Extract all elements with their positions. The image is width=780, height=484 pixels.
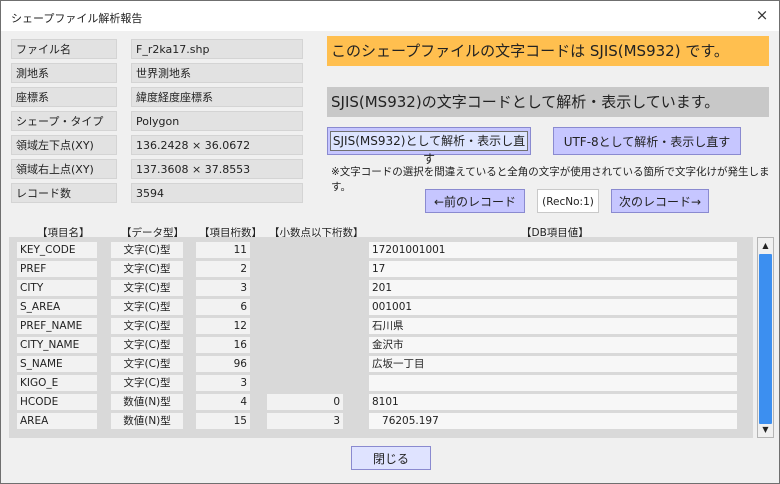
- cell-len: 6: [196, 299, 250, 315]
- property-label: ファイル名: [11, 39, 117, 59]
- property-label: シェープ・タイプ: [11, 111, 117, 131]
- property-value: 世界測地系: [131, 63, 303, 83]
- cell-len: 3: [196, 375, 250, 391]
- property-label: 測地系: [11, 63, 117, 83]
- property-label: レコード数: [11, 183, 117, 203]
- cell-value[interactable]: 金沢市: [369, 337, 737, 353]
- cell-name: PREF_NAME: [17, 318, 97, 334]
- cell-len: 15: [196, 413, 250, 429]
- record-number: (RecNo:1): [537, 189, 599, 213]
- prev-record-button[interactable]: ←前のレコード: [425, 189, 525, 213]
- cell-type: 文字(C)型: [111, 337, 183, 353]
- cell-name: CITY_NAME: [17, 337, 97, 353]
- property-label: 領域右上点(XY): [11, 159, 117, 179]
- close-icon[interactable]: ×: [753, 6, 771, 24]
- cell-value[interactable]: [369, 375, 737, 391]
- scroll-thumb[interactable]: [759, 254, 772, 424]
- cell-value[interactable]: 76205.197: [369, 413, 737, 429]
- cell-dec: 3: [267, 413, 343, 429]
- cell-len: 96: [196, 356, 250, 372]
- window-title: シェープファイル解析報告: [11, 12, 143, 25]
- cell-type: 文字(C)型: [111, 242, 183, 258]
- scroll-down-icon[interactable]: ▼: [760, 424, 771, 435]
- cell-type: 文字(C)型: [111, 356, 183, 372]
- property-value: F_r2ka17.shp: [131, 39, 303, 59]
- property-value: 137.3608 × 37.8553: [131, 159, 303, 179]
- scroll-up-icon[interactable]: ▲: [760, 240, 771, 251]
- cell-len: 11: [196, 242, 250, 258]
- cell-value[interactable]: 8101: [369, 394, 737, 410]
- cell-name: PREF: [17, 261, 97, 277]
- sjis-reparse-button[interactable]: SJIS(MS932)として解析・表示し直す: [327, 127, 531, 166]
- cell-type: 文字(C)型: [111, 280, 183, 296]
- cell-type: 文字(C)型: [111, 299, 183, 315]
- cell-name: S_AREA: [17, 299, 97, 315]
- cell-type: 文字(C)型: [111, 375, 183, 391]
- cell-len: 16: [196, 337, 250, 353]
- cell-type: 文字(C)型: [111, 261, 183, 277]
- cell-len: 12: [196, 318, 250, 334]
- cell-dec: 0: [267, 394, 343, 410]
- property-value: 3594: [131, 183, 303, 203]
- cell-value[interactable]: 17201001001: [369, 242, 737, 258]
- cell-len: 2: [196, 261, 250, 277]
- vertical-scrollbar[interactable]: ▲ ▼: [757, 237, 774, 438]
- cell-value[interactable]: 17: [369, 261, 737, 277]
- cell-len: 3: [196, 280, 250, 296]
- cell-name: CITY: [17, 280, 97, 296]
- encoding-detected-banner: このシェープファイルの文字コードは SJIS(MS932) です。: [327, 36, 769, 66]
- sjis-reparse-label: SJIS(MS932)として解析・表示し直す: [330, 131, 528, 166]
- cell-name: S_NAME: [17, 356, 97, 372]
- close-button[interactable]: 閉じる: [351, 446, 431, 470]
- cell-value[interactable]: 201: [369, 280, 737, 296]
- cell-value[interactable]: 石川県: [369, 318, 737, 334]
- utf8-reparse-button[interactable]: UTF-8として解析・表示し直す: [553, 127, 741, 155]
- next-record-button[interactable]: 次のレコード→: [611, 189, 709, 213]
- cell-value[interactable]: 広坂一丁目: [369, 356, 737, 372]
- cell-type: 数値(N)型: [111, 413, 183, 429]
- encoding-display-banner: SJIS(MS932)の文字コードとして解析・表示しています。: [327, 87, 769, 117]
- cell-type: 数値(N)型: [111, 394, 183, 410]
- cell-name: KEY_CODE: [17, 242, 97, 258]
- title-bar: シェープファイル解析報告 ×: [1, 1, 779, 31]
- cell-name: KIGO_E: [17, 375, 97, 391]
- cell-value[interactable]: 001001: [369, 299, 737, 315]
- cell-type: 文字(C)型: [111, 318, 183, 334]
- property-value: Polygon: [131, 111, 303, 131]
- property-label: 領域左下点(XY): [11, 135, 117, 155]
- property-label: 座標系: [11, 87, 117, 107]
- cell-len: 4: [196, 394, 250, 410]
- dialog-window: シェープファイル解析報告 × ファイル名 F_r2ka17.shp 測地系 世界測地系…: [0, 0, 780, 484]
- cell-name: HCODE: [17, 394, 97, 410]
- cell-name: AREA: [17, 413, 97, 429]
- property-value: 136.2428 × 36.0672: [131, 135, 303, 155]
- property-value: 緯度経度座標系: [131, 87, 303, 107]
